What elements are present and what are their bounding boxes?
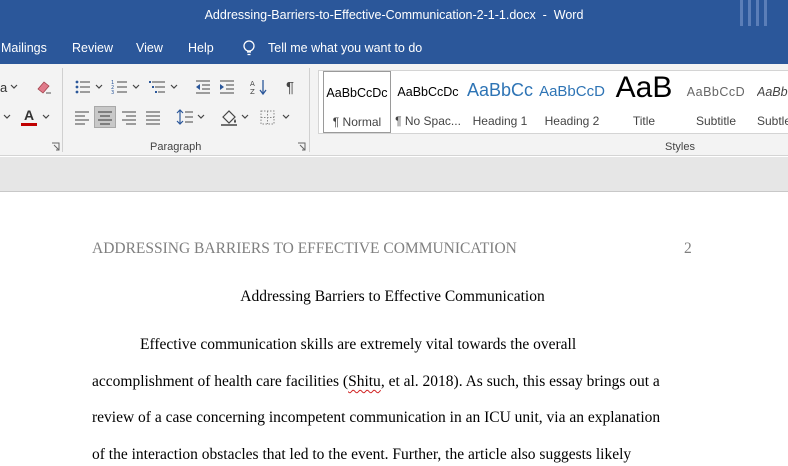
window-title: Addressing-Barriers-to-Effective-Communi… [204, 8, 584, 22]
running-head: ADDRESSING BARRIERS TO EFFECTIVE COMMUNI… [92, 240, 517, 257]
decrease-indent-icon[interactable] [194, 76, 212, 98]
line-spacing-icon[interactable] [176, 106, 194, 128]
paragraph-line: Effective communication skills are extre… [140, 336, 577, 353]
chevron-down-icon[interactable] [241, 114, 249, 120]
group-separator [62, 68, 63, 152]
tab-mailings[interactable]: Mailings [1, 41, 47, 55]
chevron-down-icon[interactable] [10, 84, 18, 90]
tab-help[interactable]: Help [188, 41, 214, 55]
style-no-spacing[interactable]: AaBbCcDc ¶ No Spac... [393, 71, 463, 133]
align-right-icon[interactable] [120, 106, 138, 128]
multilevel-list-icon[interactable] [149, 76, 167, 98]
chevron-down-icon[interactable] [170, 84, 178, 90]
paragraph-line: accomplishment of health care facilities… [92, 373, 660, 390]
style-title[interactable]: AaB Title [609, 71, 679, 133]
paragraph-line: of the interaction obstacles that led to… [92, 446, 632, 463]
tab-review[interactable]: Review [72, 41, 113, 55]
shading-icon[interactable] [220, 106, 238, 128]
justify-icon[interactable] [144, 106, 162, 128]
increase-indent-icon[interactable] [218, 76, 236, 98]
group-separator [309, 68, 310, 152]
spelling-error-citation[interactable]: Shitu [348, 373, 381, 390]
styles-gallery: AaBbCcDc ¶ Normal AaBbCcDc ¶ No Spac... … [318, 70, 788, 134]
clear-formatting-icon[interactable] [35, 76, 53, 98]
document-page[interactable]: ADDRESSING BARRIERS TO EFFECTIVE COMMUNI… [0, 192, 788, 466]
ribbon-tabs: Mailings Review View Help Tell me what y… [0, 32, 788, 64]
chevron-down-icon[interactable] [3, 114, 11, 120]
align-center-icon [98, 111, 112, 125]
chevron-down-icon[interactable] [132, 84, 140, 90]
corner-decoration [740, 0, 774, 30]
styles-group-label: Styles [665, 141, 695, 153]
paragraph-dialog-launcher-icon[interactable] [297, 142, 306, 151]
svg-text:A: A [250, 80, 255, 88]
tab-view[interactable]: View [136, 41, 163, 55]
chevron-down-icon[interactable] [282, 114, 290, 120]
chevron-down-icon[interactable] [42, 114, 50, 120]
chevron-down-icon[interactable] [197, 114, 205, 120]
style-heading-2[interactable]: AaBbCcD Heading 2 [537, 71, 607, 133]
show-formatting-marks-icon[interactable]: ¶ [281, 76, 299, 98]
style-normal[interactable]: AaBbCcDc ¶ Normal [323, 71, 391, 133]
svg-text:3: 3 [111, 90, 114, 96]
ruler-area [0, 157, 788, 192]
font-color-button[interactable]: A [20, 106, 38, 128]
chevron-down-icon[interactable] [95, 84, 103, 90]
font-color-swatch [21, 123, 37, 126]
svg-text:Z: Z [250, 88, 255, 96]
paragraph-group-label: Paragraph [150, 141, 202, 153]
align-left-icon[interactable] [73, 106, 91, 128]
tell-me-search[interactable]: Tell me what you want to do [268, 41, 422, 55]
style-heading-1[interactable]: AaBbCc Heading 1 [465, 71, 535, 133]
page-number: 2 [684, 240, 692, 257]
title-bar: Addressing-Barriers-to-Effective-Communi… [0, 0, 788, 32]
document-title: Addressing Barriers to Effective Communi… [240, 288, 545, 305]
numbering-icon[interactable]: 123 [111, 76, 129, 98]
align-center-button[interactable] [94, 106, 116, 128]
style-subtitle[interactable]: AaBbCcD Subtitle [681, 71, 751, 133]
font-dialog-launcher-icon[interactable] [51, 142, 60, 151]
paragraph-line: review of a case concerning incompetent … [92, 409, 661, 426]
borders-icon[interactable] [259, 106, 277, 128]
lightbulb-icon[interactable] [240, 39, 258, 57]
style-subtle-emphasis[interactable]: AaBbC Subtle [753, 71, 788, 133]
font-size-partial[interactable]: a [0, 76, 7, 98]
ribbon: a A 123 AZ ¶ Paragraph AaBbCcDc ¶ Normal… [0, 64, 788, 156]
bullets-icon[interactable] [74, 76, 92, 98]
sort-icon[interactable]: AZ [250, 76, 268, 98]
